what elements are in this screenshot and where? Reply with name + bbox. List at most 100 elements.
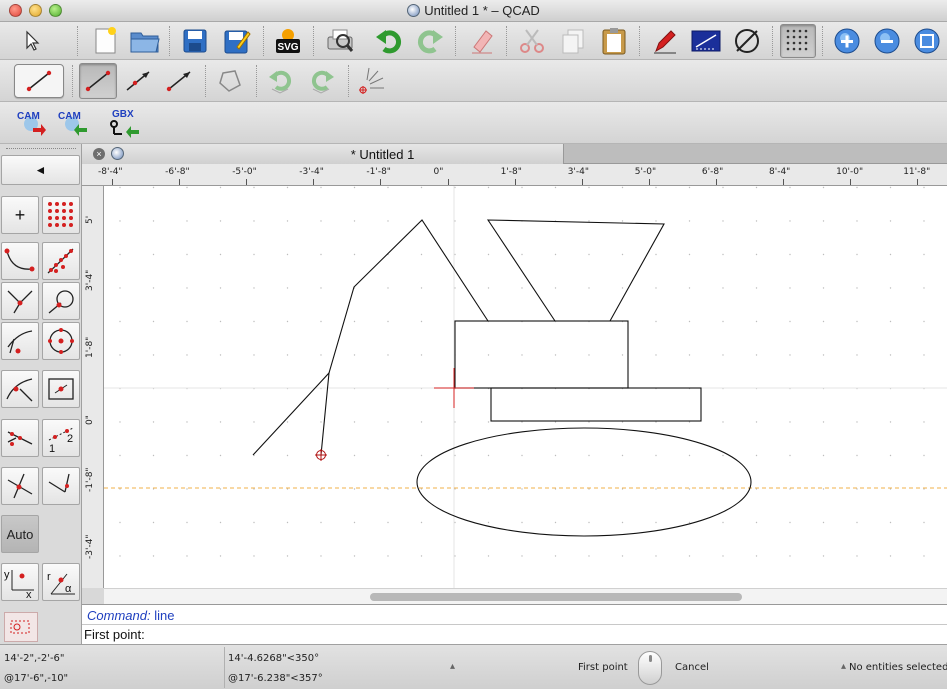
snap-intersection-manual-button[interactable] — [1, 467, 39, 505]
toolbar-separator — [348, 65, 349, 97]
snap-center-icon — [48, 328, 74, 354]
arm-upper-segment — [328, 219, 489, 374]
ruler-top-label: 11'-8" — [903, 167, 931, 177]
save-as-icon[interactable] — [221, 25, 253, 57]
grid-dot — [487, 555, 490, 557]
snap-perpendicular-free-button[interactable] — [42, 467, 80, 505]
grid-dot — [286, 186, 289, 189]
zoom-auto-icon[interactable] — [911, 25, 943, 57]
selection-mode-icon[interactable] — [4, 612, 38, 642]
eraser-icon[interactable] — [466, 25, 498, 57]
copy-icon[interactable] — [557, 25, 589, 57]
grid-dot — [789, 555, 791, 557]
points-grid-button[interactable] — [42, 196, 80, 234]
horizontal-scrollbar[interactable] — [104, 588, 947, 604]
export-svg-icon[interactable]: SVG — [272, 25, 304, 57]
grid-dot — [588, 454, 590, 457]
snap-angle-icon[interactable] — [356, 65, 388, 97]
grid-dot — [889, 320, 892, 323]
grid-dot — [655, 521, 657, 524]
grid-dot — [353, 454, 356, 457]
dimension-icon[interactable] — [690, 25, 722, 57]
grid-dot — [889, 354, 892, 356]
expand-arrow-icon[interactable]: ▴ — [450, 661, 455, 672]
save-icon[interactable] — [179, 25, 211, 57]
undo-icon[interactable] — [373, 25, 405, 57]
grid-dot — [353, 320, 356, 323]
grid-dot — [219, 253, 222, 256]
grid-dot — [655, 253, 657, 256]
line-arrow-both-icon[interactable] — [122, 65, 154, 97]
no-snap-icon[interactable] — [731, 25, 763, 57]
polygon-icon[interactable] — [214, 65, 246, 97]
toolbar-separator — [772, 26, 773, 56]
grid-dot — [152, 354, 155, 356]
restrict-angle-button[interactable]: rα — [42, 563, 80, 601]
snap-intersection-button[interactable] — [1, 282, 39, 320]
tab-untitled-1[interactable]: × * Untitled 1 — [82, 144, 564, 164]
line-tool-icon[interactable] — [14, 64, 64, 98]
grid-dot — [487, 488, 490, 490]
grid-dot — [822, 220, 825, 222]
open-folder-icon[interactable] — [129, 25, 161, 57]
line-two-points-icon[interactable] — [79, 63, 117, 99]
grid-dot — [856, 220, 858, 222]
rotate-forward-icon[interactable] — [306, 65, 338, 97]
grid-dot — [822, 320, 825, 323]
zoom-out-icon[interactable] — [871, 25, 903, 57]
snap-auto-button[interactable]: Auto — [1, 515, 39, 553]
grid-dot — [755, 320, 758, 323]
snap-reference-button[interactable] — [42, 370, 80, 408]
snap-distance-button[interactable] — [1, 419, 39, 457]
snap-auto-label: Auto — [6, 526, 34, 542]
command-input[interactable] — [148, 627, 749, 642]
grid-dot — [387, 354, 389, 356]
grid-dot — [789, 320, 791, 323]
print-preview-icon[interactable] — [324, 25, 356, 57]
ruler-top-tick — [850, 179, 852, 185]
grid-dot — [621, 521, 624, 524]
cut-icon[interactable] — [516, 25, 548, 57]
snap-reference-icon — [48, 378, 74, 400]
grid-dot — [688, 521, 691, 524]
cam-import-button[interactable]: CAM — [54, 107, 90, 139]
rotate-back-icon[interactable] — [265, 65, 297, 97]
paste-icon[interactable] — [598, 25, 630, 57]
snap-intersection-icon — [7, 290, 33, 314]
zoom-in-icon[interactable] — [831, 25, 863, 57]
grid-dot — [286, 354, 289, 356]
line-arrow-icon[interactable] — [163, 65, 195, 97]
grid-dot — [487, 421, 490, 423]
drawing-canvas[interactable] — [104, 186, 947, 588]
grid-dot — [856, 421, 858, 423]
snap-center-button[interactable] — [42, 322, 80, 360]
restrict-orthogonal-button[interactable]: yx — [1, 563, 39, 601]
snap-middle-button[interactable] — [1, 370, 39, 408]
pencil-edit-icon[interactable] — [649, 25, 681, 57]
grid-dot — [655, 555, 657, 557]
grid-dot — [655, 186, 657, 189]
crosshair-button[interactable]: + — [1, 196, 39, 234]
scrollbar-thumb[interactable] — [370, 593, 742, 601]
grid-dot — [856, 320, 858, 323]
snap-on-entity-button[interactable] — [42, 242, 80, 280]
snap-tangent-button[interactable] — [42, 282, 80, 320]
pointer-icon[interactable] — [16, 25, 48, 57]
snap-perpendicular-button[interactable] — [1, 322, 39, 360]
back-button[interactable]: ◄ — [1, 155, 80, 185]
drawing-surface[interactable] — [104, 186, 947, 588]
grid-dot — [755, 555, 758, 557]
grid-dot — [253, 354, 255, 356]
ruler-top-tick — [246, 179, 248, 185]
new-document-icon[interactable] — [89, 25, 121, 57]
grid-dot — [923, 555, 925, 557]
grid-dot — [554, 253, 557, 256]
snap-endpoint-button[interactable] — [1, 242, 39, 280]
grid-dot — [722, 421, 724, 423]
redo-icon[interactable] — [414, 25, 446, 57]
grid-icon[interactable] — [780, 24, 816, 58]
tab-title: * Untitled 1 — [350, 147, 415, 162]
cam-export-button[interactable]: CAM — [13, 107, 49, 139]
snap-steps-button[interactable]: 12 — [42, 419, 80, 457]
gbx-import-button[interactable]: GBX — [106, 107, 142, 139]
